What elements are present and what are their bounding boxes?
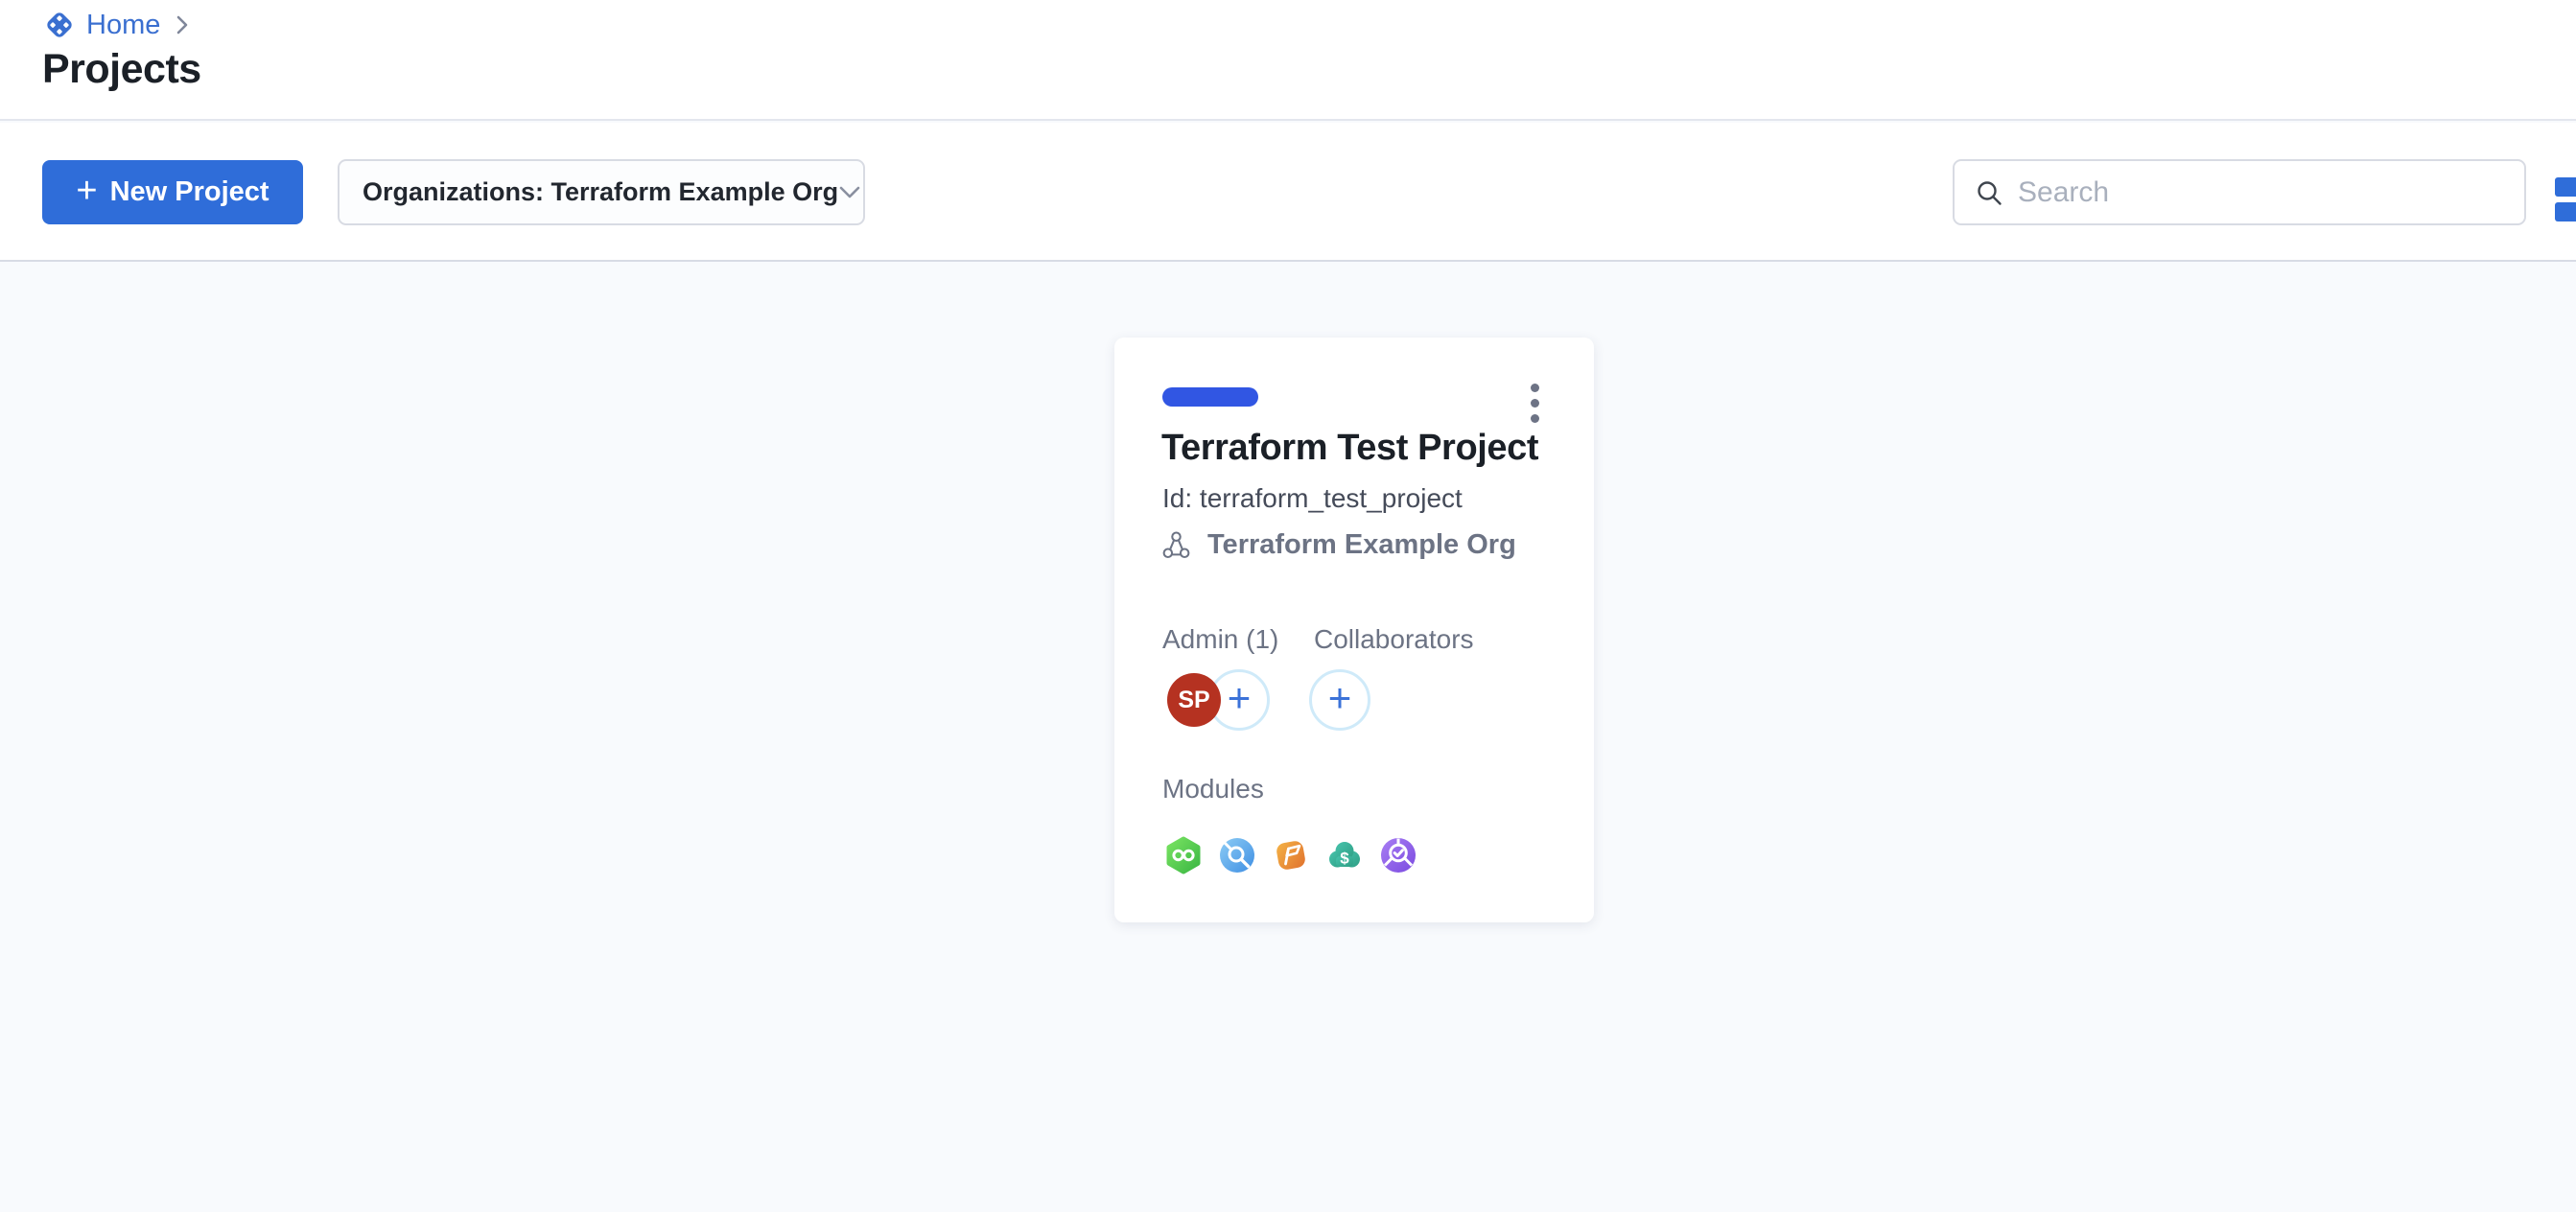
- modules-section-label: Modules: [1162, 774, 1264, 804]
- svg-text:$: $: [1340, 850, 1349, 868]
- projects-page: { "header": { "breadcrumb": { "home": "H…: [0, 0, 2576, 1212]
- admin-avatar[interactable]: SP: [1167, 673, 1221, 727]
- card-menu-button[interactable]: [1517, 374, 1552, 431]
- cloud-cost-management-module-icon: $: [1325, 834, 1364, 876]
- project-org-row: Terraform Example Org: [1160, 529, 1516, 561]
- breadcrumb-home-link[interactable]: Home: [86, 10, 160, 41]
- toolbar: + New Project Organizations: Terraform E…: [0, 123, 2576, 262]
- grid-view-toggle-icon[interactable]: [2555, 177, 2576, 221]
- search-icon: [1975, 178, 2003, 207]
- chaos-engineering-module-icon: [1218, 834, 1256, 876]
- search-input[interactable]: [2018, 176, 2504, 209]
- add-collaborator-button[interactable]: +: [1309, 669, 1370, 731]
- project-org-name: Terraform Example Org: [1207, 529, 1516, 561]
- project-color-bar: [1162, 387, 1258, 407]
- admin-section-label: Admin (1): [1162, 624, 1278, 655]
- collaborators-section-label: Collaborators: [1314, 624, 1474, 655]
- modules-row: $: [1164, 834, 1417, 876]
- new-project-button-label: New Project: [110, 176, 269, 208]
- project-card[interactable]: Terraform Test Project Id: terraform_tes…: [1114, 338, 1594, 922]
- service-reliability-module-icon: [1379, 834, 1417, 876]
- breadcrumb-chevron-icon: [176, 14, 189, 35]
- breadcrumb: Home: [44, 9, 189, 41]
- search-box: [1953, 159, 2526, 225]
- page-header: Home Projects: [0, 0, 2576, 121]
- new-project-button[interactable]: + New Project: [42, 160, 303, 224]
- organization-icon: [1160, 529, 1192, 561]
- organizations-filter-value: Organizations: Terraform Example Org: [363, 177, 838, 207]
- chevron-down-icon: [838, 185, 861, 199]
- organizations-filter-dropdown[interactable]: Organizations: Terraform Example Org: [338, 159, 865, 225]
- continuous-delivery-module-icon: [1164, 834, 1203, 876]
- project-id: Id: terraform_test_project: [1162, 483, 1463, 514]
- app-logo-icon: [44, 10, 75, 40]
- page-title: Projects: [42, 46, 201, 93]
- plus-icon: +: [76, 173, 97, 209]
- project-title: Terraform Test Project: [1161, 428, 1538, 469]
- feature-flags-module-icon: [1272, 834, 1310, 876]
